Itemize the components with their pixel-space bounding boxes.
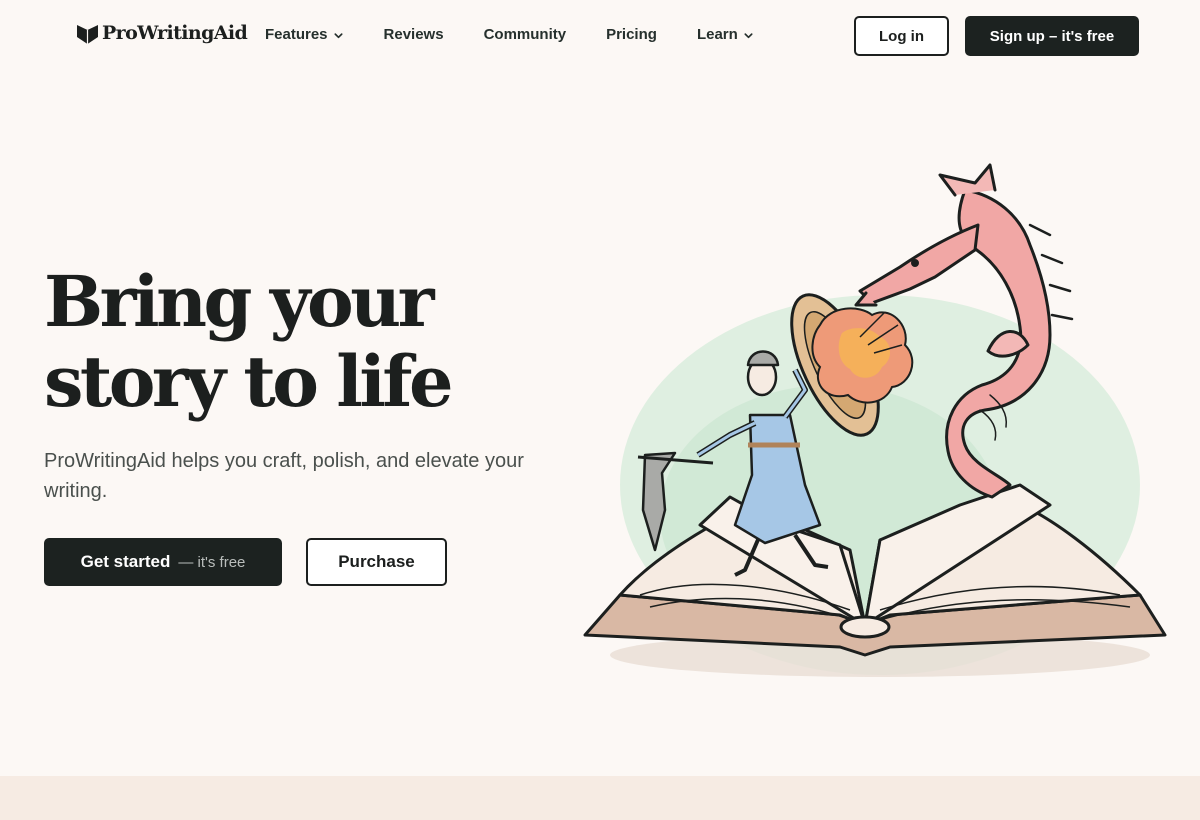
site-header: ProWritingAid Features Reviews Community… [0,0,1200,72]
brand-logo[interactable]: ProWritingAid [76,22,248,45]
nav-features-label: Features [265,26,328,43]
get-started-suffix: — it's free [178,553,246,571]
nav-learn-label: Learn [696,26,738,43]
hero-subtitle: ProWritingAid helps you craft, polish, a… [44,450,524,502]
nav-reviews[interactable]: Reviews [384,25,444,45]
get-started-button[interactable]: Get started — it's free [44,538,282,586]
signup-button[interactable]: Sign up – it's free [965,16,1139,56]
purchase-button[interactable]: Purchase [306,538,447,586]
hero-title-line2: story to life [44,340,454,423]
nav-reviews-label: Reviews [383,26,444,43]
chevron-down-icon [333,32,343,38]
hero-title-line1: Bring your [44,260,434,343]
nav-learn[interactable]: Learn [697,25,754,45]
chevron-down-icon [744,32,753,38]
nav-pricing[interactable]: Pricing [606,25,657,45]
nav-features[interactable]: Features [265,25,344,45]
nav-community-label: Community [483,26,567,43]
shield-book-icon [77,25,98,44]
next-section-band [0,776,1200,820]
knight-dragon-book-illustration [583,163,1167,677]
login-button[interactable]: Log in [854,16,949,56]
get-started-label: Get started [80,552,171,571]
nav-pricing-label: Pricing [606,26,657,43]
nav-community[interactable]: Community [484,25,567,45]
brand-name: ProWritingAid [102,22,248,44]
main-nav: Features Reviews Community Pricing Learn [265,25,754,45]
hero-title: Bring your story to life [44,262,604,422]
